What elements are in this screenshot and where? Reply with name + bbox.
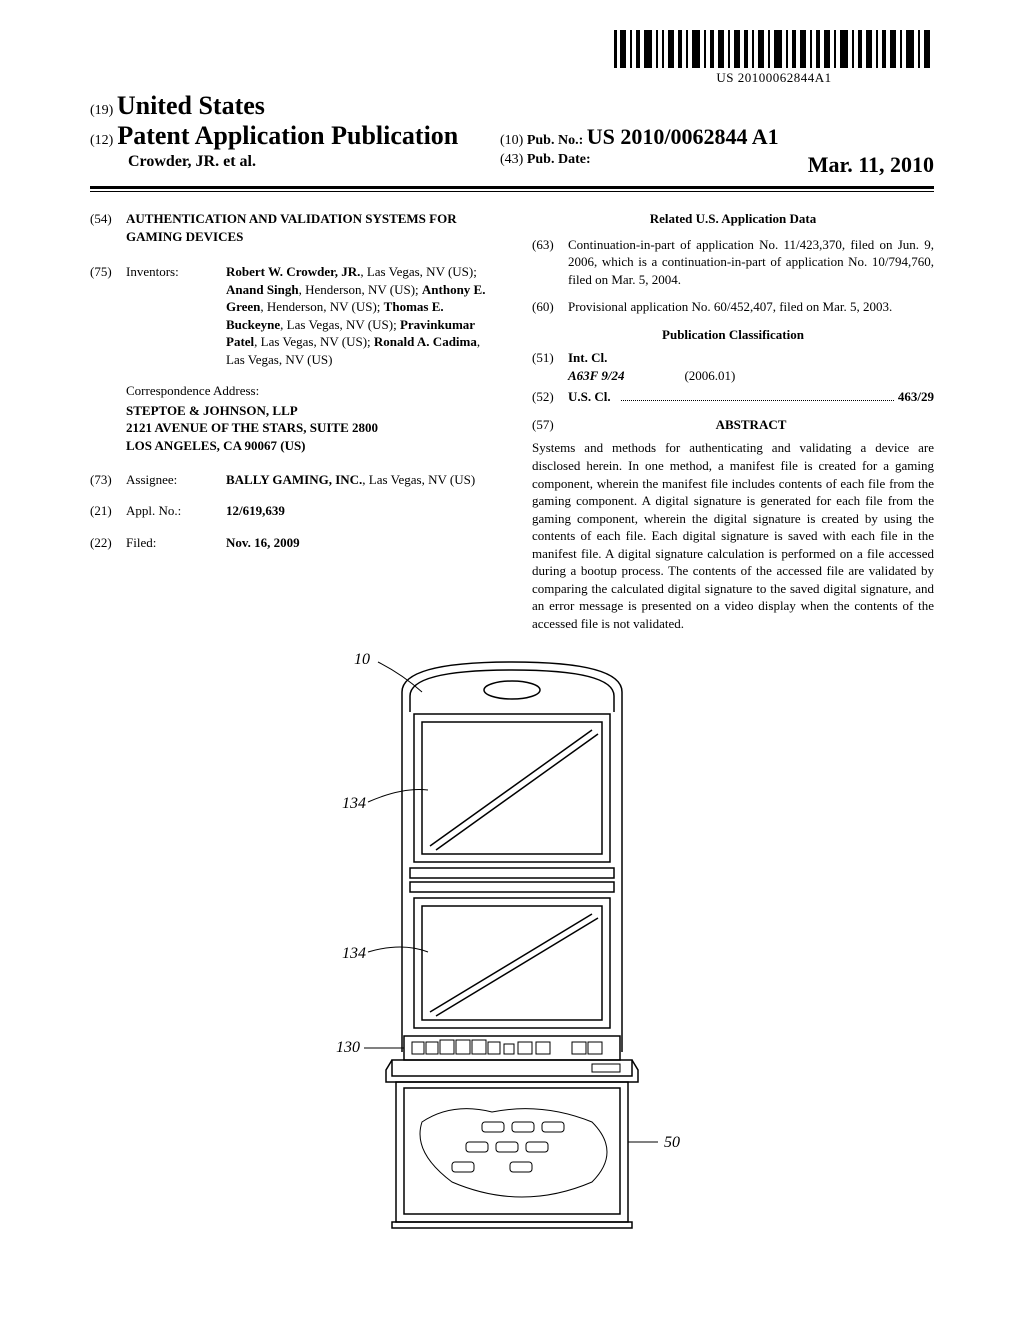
- filed-label: Filed:: [126, 534, 226, 552]
- title-block: (54) AUTHENTICATION AND VALIDATION SYSTE…: [90, 210, 492, 245]
- pub-title: Patent Application Publication: [117, 121, 458, 150]
- abstract-text: Systems and methods for authenticating a…: [532, 439, 934, 632]
- correspondence-line-1: 2121 AVENUE OF THE STARS, SUITE 2800: [126, 419, 492, 437]
- filed-num: (22): [90, 534, 126, 552]
- related-63: (63) Continuation-in-part of application…: [532, 236, 934, 289]
- country: United States: [117, 91, 265, 120]
- related-60-text: Provisional application No. 60/452,407, …: [568, 298, 934, 316]
- applno-label: Appl. No.:: [126, 502, 226, 520]
- uscl-dots: [621, 391, 894, 401]
- intcl-version: (2006.01): [684, 367, 735, 385]
- fig-label-134b: 134: [342, 945, 366, 962]
- title-text: AUTHENTICATION AND VALIDATION SYSTEMS FO…: [126, 210, 492, 245]
- figure: 10 134 134 130 50: [90, 652, 934, 1237]
- inventors-block: (75) Inventors: Robert W. Crowder, JR., …: [90, 263, 492, 368]
- barcode-text: US 20100062844A1: [614, 70, 934, 86]
- correspondence-line-0: STEPTOE & JOHNSON, LLP: [126, 402, 492, 420]
- uscl-num: (52): [532, 388, 568, 406]
- filed-block: (22) Filed: Nov. 16, 2009: [90, 534, 492, 552]
- pubclass-heading: Publication Classification: [532, 326, 934, 344]
- abstract-num: (57): [532, 416, 568, 434]
- fig-label-130: 130: [336, 1039, 360, 1056]
- title-num: (54): [90, 210, 126, 245]
- right-column: Related U.S. Application Data (63) Conti…: [532, 210, 934, 632]
- intcl-code: A63F 9/24: [568, 367, 624, 385]
- intcl-block: (51) Int. Cl. A63F 9/24 (2006.01): [532, 349, 934, 384]
- barcode-area: US 20100062844A1: [90, 30, 934, 87]
- header: (19) United States (12) Patent Applicati…: [90, 91, 934, 178]
- correspondence-block: Correspondence Address: STEPTOE & JOHNSO…: [90, 382, 492, 454]
- inventors-names: Robert W. Crowder, JR., Las Vegas, NV (U…: [226, 263, 492, 368]
- author-line: Crowder, JR. et al.: [90, 153, 490, 171]
- fig-label-134a: 134: [342, 795, 366, 812]
- related-60: (60) Provisional application No. 60/452,…: [532, 298, 934, 316]
- pubno-num: (10): [500, 133, 523, 148]
- abstract-heading: ABSTRACT: [568, 416, 934, 434]
- intcl-label: Int. Cl.: [568, 349, 934, 367]
- inventors-num: (75): [90, 263, 126, 368]
- rule-thin: [90, 191, 934, 192]
- pub-num-label: (12): [90, 133, 113, 148]
- applno-num: (21): [90, 502, 126, 520]
- uscl-label: U.S. Cl.: [568, 388, 611, 406]
- applno-value: 12/619,639: [226, 502, 492, 520]
- applno-block: (21) Appl. No.: 12/619,639: [90, 502, 492, 520]
- related-heading: Related U.S. Application Data: [532, 210, 934, 228]
- pubno-label: Pub. No.:: [527, 133, 583, 148]
- abstract-heading-row: (57) ABSTRACT: [532, 416, 934, 434]
- related-60-num: (60): [532, 298, 568, 316]
- correspondence-line-2: LOS ANGELES, CA 90067 (US): [126, 437, 492, 455]
- pubdate-value: Mar. 11, 2010: [808, 152, 934, 177]
- rule-thick: [90, 186, 934, 189]
- filed-value: Nov. 16, 2009: [226, 534, 492, 552]
- correspondence-label: Correspondence Address:: [126, 382, 492, 400]
- left-column: (54) AUTHENTICATION AND VALIDATION SYSTE…: [90, 210, 492, 632]
- pubdate-num: (43): [500, 152, 523, 167]
- barcode-icon: US 20100062844A1: [614, 30, 934, 86]
- pubdate-label: Pub. Date:: [527, 152, 591, 167]
- assignee-value: BALLY GAMING, INC., Las Vegas, NV (US): [226, 471, 492, 489]
- country-num: (19): [90, 103, 113, 118]
- uscl-block: (52) U.S. Cl. 463/29: [532, 388, 934, 406]
- fig-label-50: 50: [664, 1134, 680, 1151]
- inventors-label: Inventors:: [126, 263, 226, 368]
- related-63-num: (63): [532, 236, 568, 289]
- pubno-value: US 2010/0062844 A1: [587, 124, 779, 149]
- intcl-num: (51): [532, 349, 568, 384]
- uscl-value: 463/29: [898, 388, 934, 406]
- related-63-text: Continuation-in-part of application No. …: [568, 236, 934, 289]
- assignee-block: (73) Assignee: BALLY GAMING, INC., Las V…: [90, 471, 492, 489]
- fig-label-10: 10: [354, 652, 370, 668]
- assignee-label: Assignee:: [126, 471, 226, 489]
- assignee-num: (73): [90, 471, 126, 489]
